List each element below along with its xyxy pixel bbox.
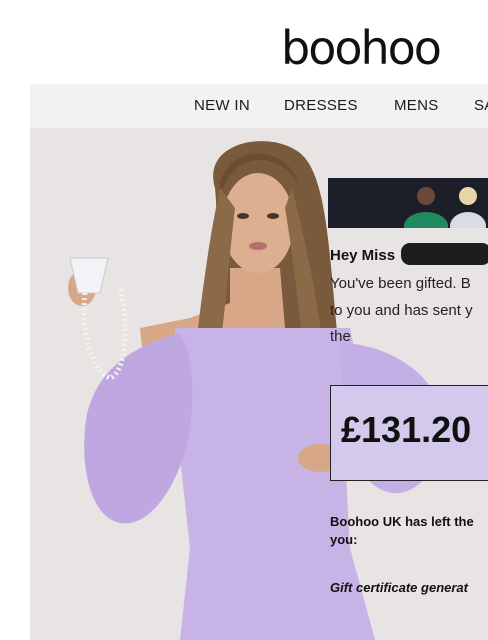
nav-item-dresses[interactable]: DRESSES <box>284 84 358 128</box>
sender-note-line-1: Boohoo UK has left the <box>330 514 474 529</box>
gift-certificate-text: Gift certificate generat <box>330 580 468 595</box>
email-body-line-1: You've been gifted. B <box>330 275 471 292</box>
email-greeting: Hey Miss <box>330 247 396 264</box>
gift-email-card: Hey Miss You've been gifted. B to you an… <box>328 175 488 640</box>
boohoo-logo[interactable]: boohoo <box>281 22 442 74</box>
nav-item-new-in[interactable]: NEW IN <box>194 84 250 128</box>
email-body-line-3: the <box>330 328 351 345</box>
nav-item-sale[interactable]: SA <box>474 84 488 128</box>
main-nav: NEW IN DRESSES MENS SA <box>30 84 488 128</box>
gift-amount-box: £131.20 <box>330 385 488 481</box>
sender-note: Boohoo UK has left the you: <box>330 513 488 549</box>
gift-amount: £131.20 <box>341 409 472 450</box>
redacted-name <box>401 243 488 265</box>
nav-item-mens[interactable]: MENS <box>394 84 439 128</box>
email-body-line-2: to you and has sent y <box>330 302 473 319</box>
email-banner-image <box>328 178 488 228</box>
sender-note-line-2: you: <box>330 532 358 547</box>
